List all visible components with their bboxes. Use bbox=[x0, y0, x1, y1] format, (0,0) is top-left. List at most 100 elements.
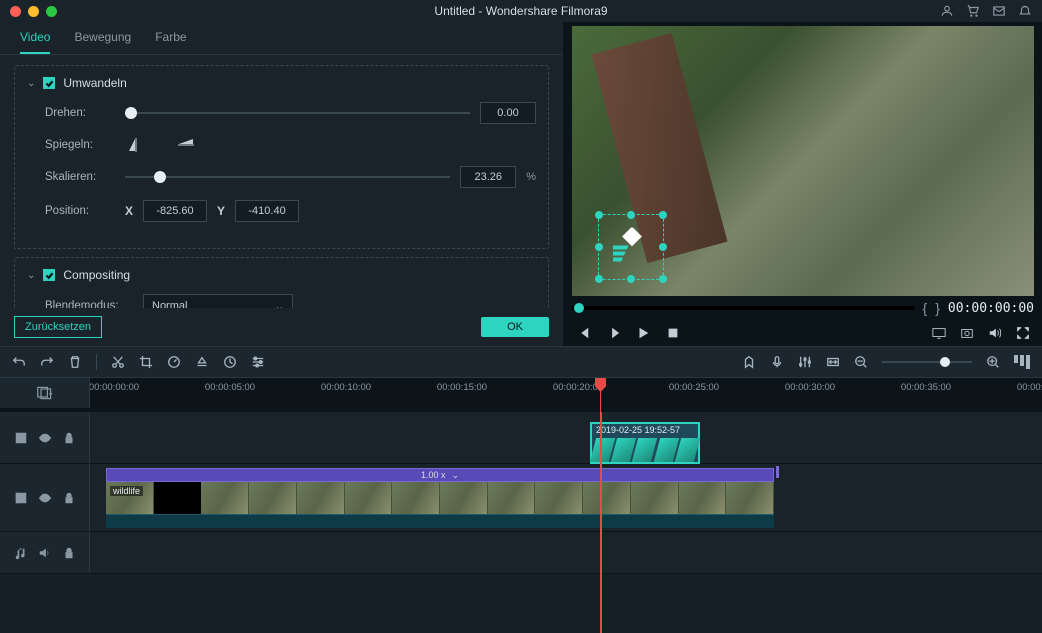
blendmode-label: Blendemodus: bbox=[45, 300, 133, 308]
tab-video[interactable]: Video bbox=[20, 30, 50, 54]
preview-scrubber[interactable] bbox=[572, 306, 915, 310]
clip-name: wildlife bbox=[110, 486, 143, 496]
transform-handles[interactable] bbox=[598, 214, 664, 280]
audio-track-icon[interactable] bbox=[14, 546, 28, 560]
clip-audio-waveform[interactable] bbox=[106, 514, 774, 528]
user-icon[interactable] bbox=[940, 4, 954, 18]
prev-frame-icon[interactable] bbox=[576, 326, 590, 340]
rotate-slider[interactable] bbox=[125, 112, 470, 114]
minimize-window[interactable] bbox=[28, 6, 39, 17]
reset-button[interactable]: Zurücksetzen bbox=[14, 316, 102, 338]
ok-button[interactable]: OK bbox=[481, 317, 549, 337]
zoom-out-icon[interactable] bbox=[854, 355, 868, 369]
chevron-down-icon: ⌄ bbox=[275, 300, 284, 309]
track-lock-icon[interactable] bbox=[62, 546, 76, 560]
display-settings-icon[interactable] bbox=[932, 326, 946, 340]
volume-icon[interactable] bbox=[988, 326, 1002, 340]
compositing-title: Compositing bbox=[63, 268, 130, 282]
overlay-track: 2019-02-25 19:52-57 bbox=[0, 412, 1042, 464]
scale-value[interactable]: 23.26 bbox=[460, 166, 516, 188]
track-lock-icon[interactable] bbox=[62, 491, 76, 505]
blendmode-select[interactable]: Normal ⌄ bbox=[143, 294, 293, 308]
audio-track bbox=[0, 532, 1042, 574]
crop-icon[interactable] bbox=[139, 355, 153, 369]
fullscreen-icon[interactable] bbox=[1016, 326, 1030, 340]
position-x-value[interactable]: -825.60 bbox=[143, 200, 207, 222]
voiceover-icon[interactable] bbox=[770, 355, 784, 369]
stop-icon[interactable] bbox=[666, 326, 680, 340]
adjust-icon[interactable] bbox=[251, 355, 265, 369]
tab-motion[interactable]: Bewegung bbox=[74, 30, 131, 54]
transform-checkbox[interactable] bbox=[43, 77, 55, 89]
speed-icon[interactable] bbox=[167, 355, 181, 369]
blendmode-value: Normal bbox=[152, 300, 187, 308]
mirror-label: Spiegeln: bbox=[45, 139, 115, 151]
collapse-compositing-icon[interactable]: ⌄ bbox=[27, 270, 35, 281]
mark-in-icon[interactable]: { bbox=[923, 300, 928, 316]
marker-icon[interactable] bbox=[742, 355, 756, 369]
track-lock-icon[interactable] bbox=[62, 431, 76, 445]
clip-speed-bar[interactable]: 1.00 x ⌄ bbox=[106, 468, 774, 482]
overlay-track-icon[interactable] bbox=[14, 431, 28, 445]
cart-icon[interactable] bbox=[966, 4, 980, 18]
window-controls bbox=[10, 6, 57, 17]
delete-icon[interactable] bbox=[68, 355, 82, 369]
zoom-in-icon[interactable] bbox=[986, 355, 1000, 369]
timeline-toolbar bbox=[0, 346, 1042, 378]
mark-out-icon[interactable]: } bbox=[935, 300, 940, 316]
clip-end-marker[interactable] bbox=[776, 466, 779, 478]
rotate-value[interactable]: 0.00 bbox=[480, 102, 536, 124]
ruler-tick: 00:00:00:00 bbox=[90, 382, 139, 393]
tab-color[interactable]: Farbe bbox=[155, 30, 186, 54]
close-window[interactable] bbox=[10, 6, 21, 17]
position-y-value[interactable]: -410.40 bbox=[235, 200, 299, 222]
ruler-tick: 00:00:30:00 bbox=[785, 382, 835, 393]
chevron-down-icon: ⌄ bbox=[451, 470, 459, 481]
color-icon[interactable] bbox=[195, 355, 209, 369]
redo-icon[interactable] bbox=[40, 355, 54, 369]
clip-speed-label: 1.00 x bbox=[421, 470, 446, 480]
track-mute-icon[interactable] bbox=[38, 546, 52, 560]
notification-icon[interactable] bbox=[1018, 4, 1032, 18]
rotate-label: Drehen: bbox=[45, 107, 115, 119]
properties-tabs: Video Bewegung Farbe bbox=[0, 22, 563, 55]
mail-icon[interactable] bbox=[992, 4, 1006, 18]
playhead[interactable] bbox=[600, 378, 601, 412]
play-pause-icon[interactable] bbox=[606, 326, 620, 340]
fit-icon[interactable] bbox=[826, 355, 840, 369]
add-media-button[interactable] bbox=[0, 378, 90, 408]
window-title: Untitled - Wondershare Filmora9 bbox=[434, 4, 607, 18]
cut-icon[interactable] bbox=[111, 355, 125, 369]
compositing-checkbox[interactable] bbox=[43, 269, 55, 281]
maximize-window[interactable] bbox=[46, 6, 57, 17]
render-quality-icon[interactable] bbox=[1014, 355, 1030, 369]
compositing-section: ⌄ Compositing Blendemodus: Normal ⌄ bbox=[14, 257, 549, 308]
mixer-icon[interactable] bbox=[798, 355, 812, 369]
ruler-tick: 00:00:15:00 bbox=[437, 382, 487, 393]
track-visibility-icon[interactable] bbox=[38, 431, 52, 445]
flip-horizontal-icon[interactable] bbox=[125, 136, 147, 154]
transform-section: ⌄ Umwandeln Drehen: 0.00 Spiegeln: bbox=[14, 65, 549, 249]
play-icon[interactable] bbox=[636, 326, 650, 340]
track-visibility-icon[interactable] bbox=[38, 491, 52, 505]
preview-viewport[interactable] bbox=[572, 26, 1034, 296]
overlay-logo-icon bbox=[613, 228, 649, 267]
video-clip[interactable]: 1.00 x ⌄ wildlife bbox=[106, 468, 774, 528]
snapshot-icon[interactable] bbox=[960, 326, 974, 340]
overlay-clip[interactable]: 2019-02-25 19:52-57 bbox=[590, 422, 700, 464]
zoom-slider[interactable] bbox=[882, 361, 972, 363]
scale-slider[interactable] bbox=[125, 176, 450, 178]
video-track-icon[interactable] bbox=[14, 491, 28, 505]
ruler-tick: 00:00:10:00 bbox=[321, 382, 371, 393]
undo-icon[interactable] bbox=[12, 355, 26, 369]
keyframe-icon[interactable] bbox=[223, 355, 237, 369]
ruler-tick: 00:00:40:00 bbox=[1017, 382, 1042, 393]
timeline-ruler[interactable]: 00:00:00:00 00:00:05:00 00:00:10:00 00:0… bbox=[90, 378, 1042, 412]
collapse-transform-icon[interactable]: ⌄ bbox=[27, 78, 35, 89]
position-label: Position: bbox=[45, 205, 115, 217]
scale-label: Skalieren: bbox=[45, 171, 115, 183]
flip-vertical-icon[interactable] bbox=[175, 136, 197, 154]
titlebar: Untitled - Wondershare Filmora9 bbox=[0, 0, 1042, 22]
timeline: 00:00:00:00 00:00:05:00 00:00:10:00 00:0… bbox=[0, 378, 1042, 633]
y-axis-label: Y bbox=[217, 204, 225, 218]
